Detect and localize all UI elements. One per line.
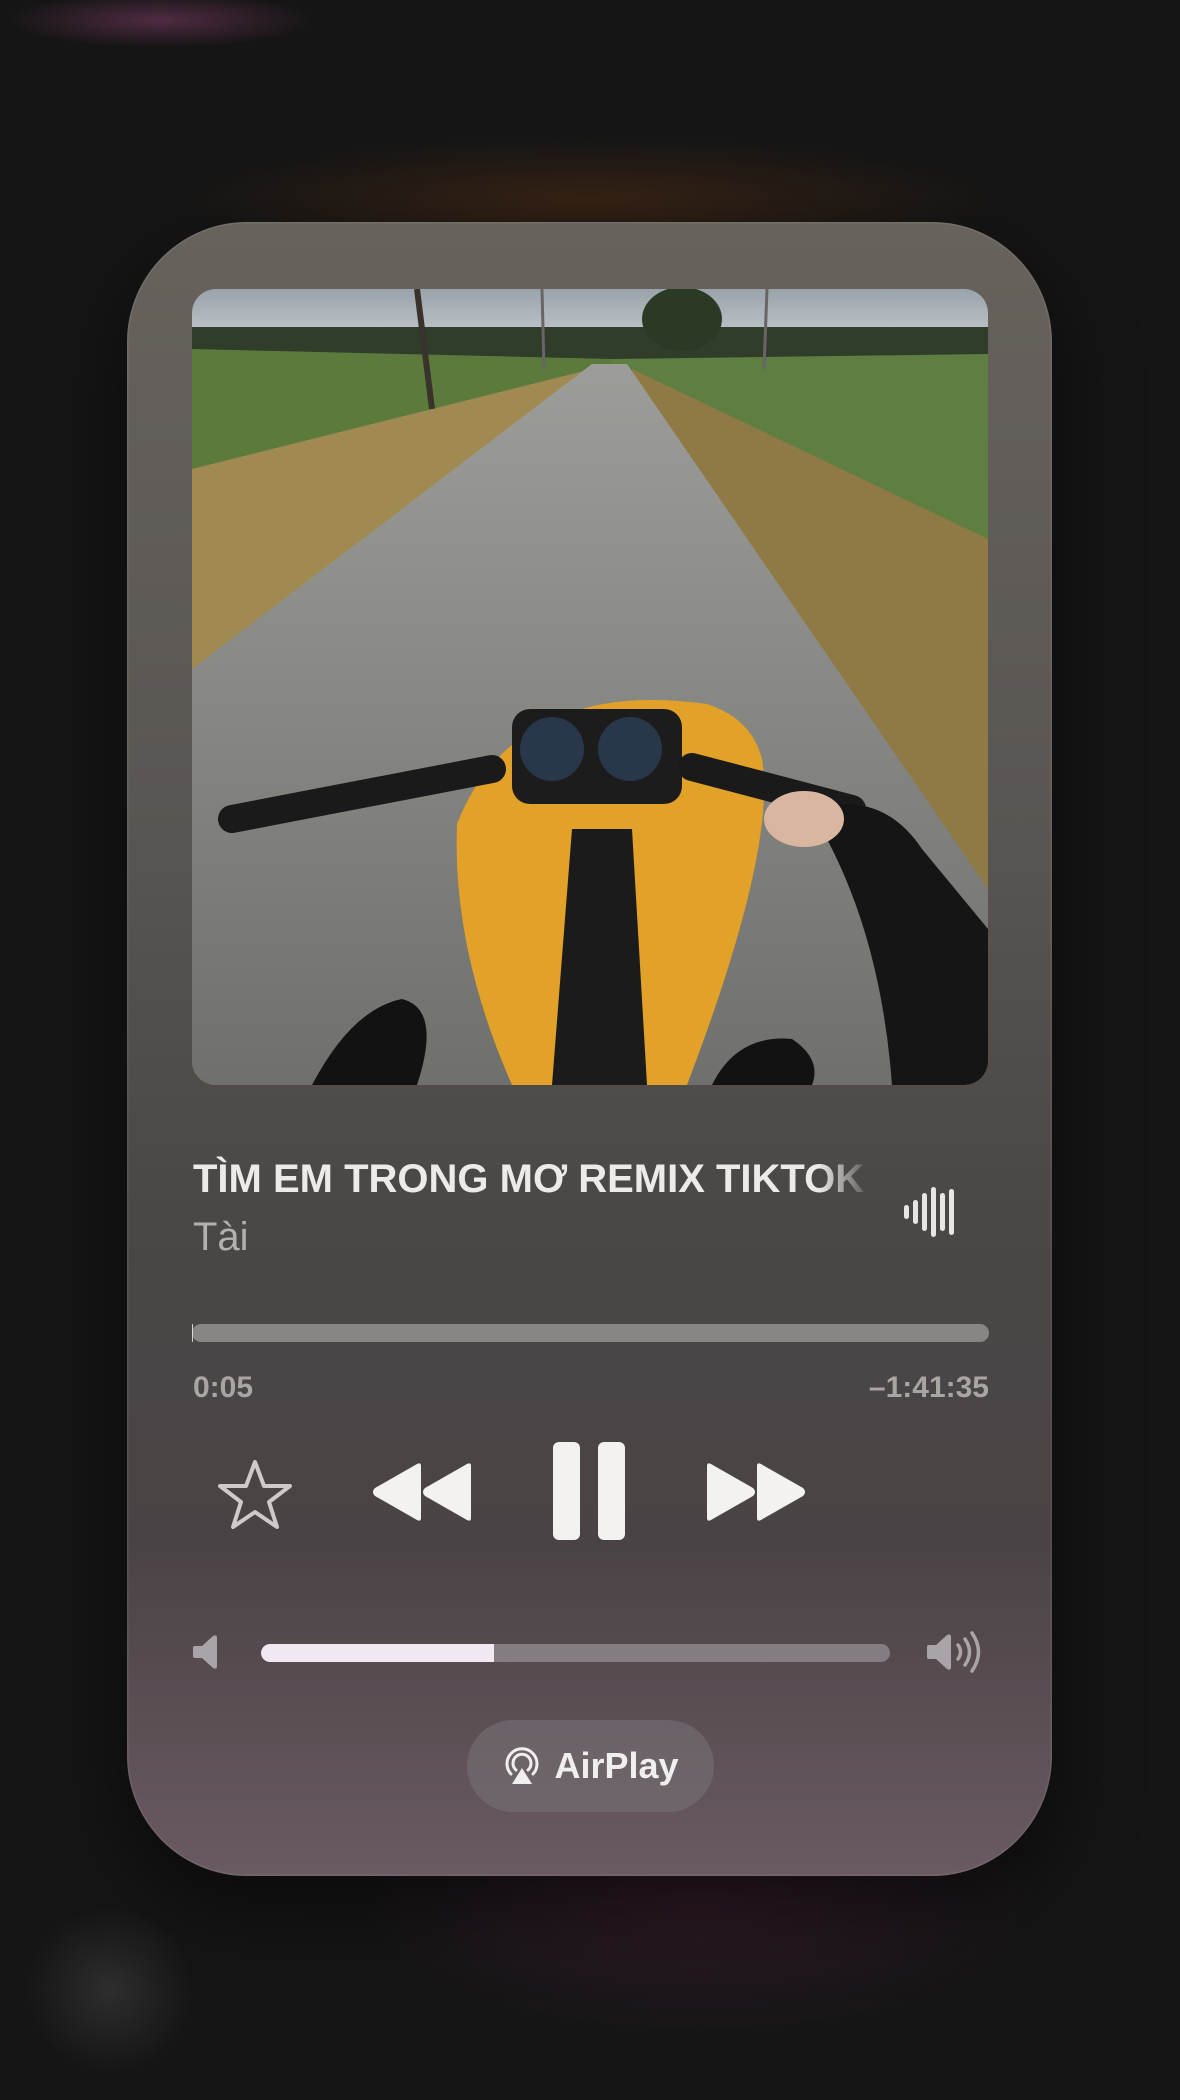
- rewind-icon[interactable]: [369, 1462, 473, 1522]
- playback-progress-bar[interactable]: [192, 1324, 989, 1342]
- volume-slider-fill: [261, 1644, 494, 1662]
- remaining-time: –1:41:35: [868, 1371, 989, 1404]
- pause-icon[interactable]: [553, 1442, 625, 1540]
- speaker-low-icon: [193, 1635, 217, 1669]
- transport-controls: [127, 1440, 1052, 1550]
- album-artwork[interactable]: [192, 289, 988, 1085]
- volume-slider[interactable]: [261, 1644, 890, 1662]
- star-icon[interactable]: [217, 1458, 293, 1530]
- airplay-button[interactable]: AirPlay: [467, 1720, 714, 1812]
- speaker-high-icon: [927, 1631, 981, 1673]
- track-artist[interactable]: Tài: [193, 1212, 249, 1262]
- track-title: TÌM EM TRONG MƠ REMIX TIKTOK: [193, 1157, 865, 1201]
- fast-forward-icon[interactable]: [705, 1462, 809, 1522]
- volume-control: [127, 1628, 1052, 1678]
- airplay-label: AirPlay: [554, 1745, 679, 1786]
- waveform-icon: [904, 1187, 954, 1237]
- playback-progress-fill: [192, 1324, 193, 1342]
- airplay-icon: [506, 1747, 539, 1784]
- elapsed-time: 0:05: [193, 1371, 254, 1404]
- now-playing-card: TÌM EM TRONG MƠ REMIX TIKTOK Tài 0:05 –1…: [127, 222, 1052, 1876]
